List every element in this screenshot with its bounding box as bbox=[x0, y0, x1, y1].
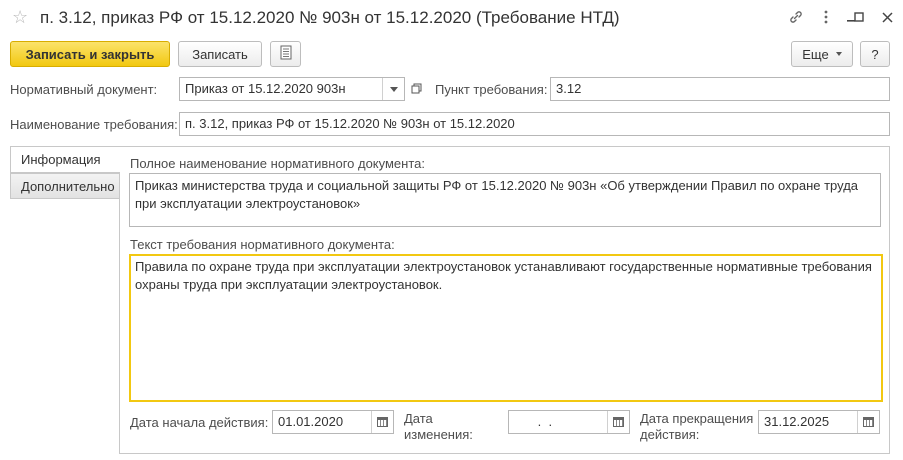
tab-additional[interactable]: Дополнительно bbox=[10, 173, 120, 199]
report-icon bbox=[280, 45, 292, 63]
save-button[interactable]: Записать bbox=[178, 41, 262, 67]
change-date-value: . . bbox=[534, 414, 553, 429]
more-vert-icon[interactable] bbox=[815, 6, 837, 28]
full-name-label: Полное наименование нормативного докумен… bbox=[130, 156, 425, 171]
end-date-label-line1: Дата прекращения bbox=[640, 411, 754, 426]
chevron-down-icon bbox=[835, 52, 842, 56]
more-label: Еще bbox=[802, 46, 829, 62]
start-date-label: Дата начала действия: bbox=[130, 415, 269, 430]
link-icon[interactable] bbox=[785, 6, 807, 28]
start-date-field[interactable]: 01.01.2020 bbox=[272, 410, 394, 434]
help-button[interactable]: ? bbox=[860, 41, 890, 67]
open-icon bbox=[411, 82, 422, 97]
favorite-star-icon[interactable]: ☆ bbox=[12, 8, 28, 26]
requirement-text-label: Текст требования нормативного документа: bbox=[130, 237, 395, 252]
change-date-label-line2: изменения: bbox=[404, 427, 473, 442]
open-button[interactable] bbox=[407, 79, 425, 99]
change-date-label-line1: Дата bbox=[404, 411, 433, 426]
requirement-text-field[interactable]: Правила по охране труда при эксплуатации… bbox=[129, 254, 883, 402]
calendar-icon bbox=[863, 417, 874, 427]
more-button[interactable]: Еще bbox=[791, 41, 853, 67]
requirement-name-label: Наименование требования: bbox=[10, 117, 178, 132]
end-date-value: 31.12.2025 bbox=[764, 414, 830, 429]
start-date-calendar-button[interactable] bbox=[371, 411, 393, 433]
full-name-field[interactable]: Приказ министерства труда и социальной з… bbox=[129, 173, 881, 227]
start-date-value: 01.01.2020 bbox=[278, 414, 344, 429]
end-date-calendar-button[interactable] bbox=[857, 411, 879, 433]
close-icon[interactable] bbox=[876, 6, 898, 28]
normative-doc-value: Приказ от 15.12.2020 903н bbox=[185, 81, 346, 96]
clause-field[interactable]: 3.12 bbox=[550, 77, 890, 101]
normative-doc-field[interactable]: Приказ от 15.12.2020 903н bbox=[179, 77, 405, 101]
clause-label: Пункт требования: bbox=[435, 82, 548, 97]
change-date-calendar-button[interactable] bbox=[607, 411, 629, 433]
calendar-icon bbox=[613, 417, 624, 427]
report-button[interactable] bbox=[270, 41, 301, 67]
requirement-name-field[interactable]: п. 3.12, приказ РФ от 15.12.2020 № 903н … bbox=[179, 112, 890, 136]
tab-information[interactable]: Информация bbox=[10, 146, 120, 173]
maximize-icon[interactable] bbox=[848, 6, 870, 28]
normative-doc-label: Нормативный документ: bbox=[10, 82, 158, 97]
end-date-label-line2: действия: bbox=[640, 427, 700, 442]
save-and-close-button[interactable]: Записать и закрыть bbox=[10, 41, 170, 67]
window-title: п. 3.12, приказ РФ от 15.12.2020 № 903н … bbox=[40, 8, 620, 27]
change-date-field[interactable]: . . bbox=[508, 410, 630, 434]
dropdown-icon bbox=[389, 86, 398, 92]
end-date-field[interactable]: 31.12.2025 bbox=[758, 410, 880, 434]
calendar-icon bbox=[377, 417, 388, 427]
dropdown-button[interactable] bbox=[382, 78, 404, 100]
